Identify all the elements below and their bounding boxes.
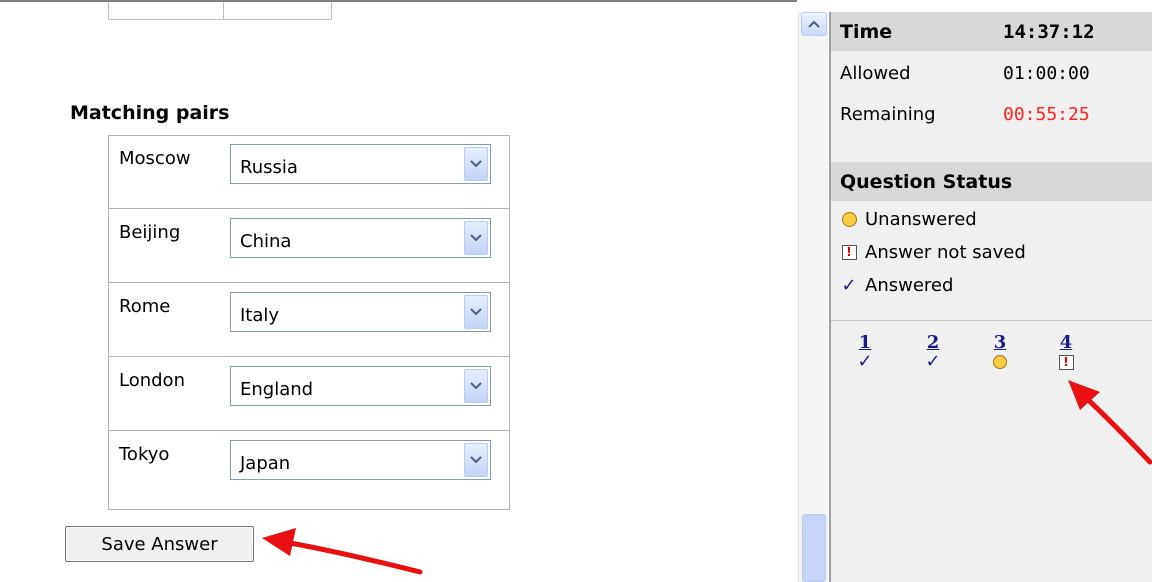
legend-label: Unanswered <box>865 209 977 230</box>
dropdown-arrow-icon[interactable] <box>464 369 488 403</box>
answer-select[interactable]: Russia <box>230 144 491 184</box>
question-status-header: Question Status <box>831 162 1152 201</box>
legend-item: ✓ Answered <box>840 275 953 296</box>
legend-label: Answer not saved <box>865 242 1026 263</box>
answer-select[interactable]: China <box>230 218 491 258</box>
time-header: Time 14:37:12 <box>831 12 1152 51</box>
answer-select[interactable]: England <box>230 366 491 406</box>
legend-item: ! Answer not saved <box>840 242 1026 263</box>
remaining-time: 00:55:25 <box>1003 104 1090 125</box>
section-title: Matching pairs <box>70 102 230 124</box>
legend-label: Answered <box>865 275 954 296</box>
dropdown-arrow-icon[interactable] <box>464 147 488 181</box>
answer-not-saved-icon: ! <box>840 244 858 262</box>
question-status-title: Question Status <box>840 171 1013 193</box>
select-value: Japan <box>240 453 291 474</box>
row-label: Rome <box>119 296 171 317</box>
question-link[interactable]: 3 <box>988 332 1012 353</box>
circle-icon <box>993 355 1007 369</box>
circle-icon <box>840 211 858 229</box>
vertical-scrollbar[interactable] <box>798 12 828 582</box>
scroll-up-arrow-icon[interactable] <box>801 12 827 36</box>
table-divider <box>223 2 224 20</box>
matching-table: Moscow Russia Beijing China Rome Italy L… <box>108 135 510 510</box>
current-time: 14:37:12 <box>1003 21 1095 43</box>
save-answer-button[interactable]: Save Answer <box>65 526 254 562</box>
question-nav-1[interactable]: 1 ✓ <box>853 332 877 371</box>
answer-select[interactable]: Italy <box>230 292 491 332</box>
allowed-time: 01:00:00 <box>1003 63 1090 84</box>
status-sidebar: Time 14:37:12 Allowed 01:00:00 Remaining… <box>829 12 1152 582</box>
question-link[interactable]: 4 <box>1054 332 1078 353</box>
matching-row: Moscow Russia <box>109 136 509 209</box>
allowed-label: Allowed <box>840 63 911 84</box>
checkmark-icon: ✓ <box>841 274 857 296</box>
legend-item: Unanswered <box>840 209 977 230</box>
question-link[interactable]: 1 <box>853 332 877 353</box>
divider <box>831 320 1152 321</box>
answer-not-saved-icon: ! <box>1058 355 1074 370</box>
remaining-label: Remaining <box>840 104 936 125</box>
matching-row: Beijing China <box>109 210 509 283</box>
row-label: Tokyo <box>119 444 170 465</box>
dropdown-arrow-icon[interactable] <box>464 295 488 329</box>
previous-table-edge <box>108 2 332 20</box>
matching-row: Rome Italy <box>109 284 509 357</box>
question-link[interactable]: 2 <box>921 332 945 353</box>
select-value: Russia <box>240 157 298 178</box>
select-value: England <box>240 379 314 400</box>
checkmark-icon: ✓ <box>925 351 941 372</box>
question-pane: Matching pairs Moscow Russia Beijing Chi… <box>0 0 797 582</box>
row-label: London <box>119 370 185 391</box>
question-nav-4[interactable]: 4 ! <box>1054 332 1078 370</box>
scroll-thumb[interactable] <box>802 514 826 582</box>
dropdown-arrow-icon[interactable] <box>464 221 488 255</box>
time-label: Time <box>840 21 893 43</box>
select-value: China <box>240 231 292 252</box>
question-nav-2[interactable]: 2 ✓ <box>921 332 945 371</box>
dropdown-arrow-icon[interactable] <box>464 443 488 477</box>
answer-select[interactable]: Japan <box>230 440 491 480</box>
matching-row: Tokyo Japan <box>109 432 509 505</box>
row-label: Beijing <box>119 222 181 243</box>
question-nav-3[interactable]: 3 <box>988 332 1012 369</box>
select-value: Italy <box>240 305 280 326</box>
matching-row: London England <box>109 358 509 431</box>
row-label: Moscow <box>119 148 191 169</box>
checkmark-icon: ✓ <box>857 351 873 372</box>
